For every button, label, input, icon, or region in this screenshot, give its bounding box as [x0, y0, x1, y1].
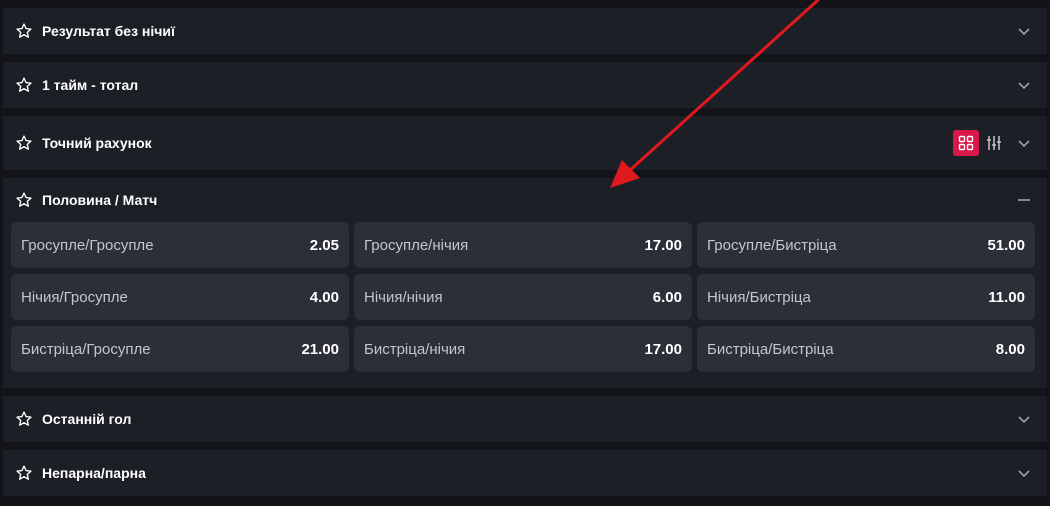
market-odd-even[interactable]: Непарна/парна: [3, 450, 1047, 496]
market-header[interactable]: Результат без нічиї: [3, 8, 1047, 54]
odd-label: Нічия/Гросупле: [21, 288, 128, 306]
odd-value: 21.00: [301, 340, 339, 358]
odd-button[interactable]: Гросупле/нічия 17.00: [354, 222, 692, 268]
market-title: Результат без нічиї: [42, 23, 175, 39]
odd-button[interactable]: Гросупле/Гросупле 2.05: [11, 222, 349, 268]
odd-button[interactable]: Нічия/Бистріца 11.00: [697, 274, 1035, 320]
market-first-half-total[interactable]: 1 тайм - тотал: [3, 62, 1047, 108]
market-header[interactable]: Точний рахунок: [3, 116, 1047, 170]
odd-value: 8.00: [995, 340, 1025, 358]
star-icon[interactable]: [15, 410, 33, 428]
odd-value: 2.05: [309, 236, 339, 254]
odd-button[interactable]: Бистріца/нічия 17.00: [354, 326, 692, 372]
odd-label: Нічия/Бистріца: [707, 288, 811, 306]
market-half-match: Половина / Матч Гросупле/Гросупле 2.05 Гр…: [3, 178, 1047, 388]
odd-value: 51.00: [987, 236, 1025, 254]
chevron-down-icon[interactable]: [1017, 136, 1031, 150]
market-header[interactable]: Непарна/парна: [3, 450, 1047, 496]
odd-label: Гросупле/Гросупле: [21, 236, 154, 254]
odd-button[interactable]: Нічия/нічия 6.00: [354, 274, 692, 320]
star-icon[interactable]: [15, 134, 33, 152]
odd-button[interactable]: Гросупле/Бистріца 51.00: [697, 222, 1035, 268]
minus-icon[interactable]: [1017, 193, 1031, 207]
sliders-icon: [987, 136, 1001, 150]
market-header[interactable]: 1 тайм - тотал: [3, 62, 1047, 108]
odd-button[interactable]: Бистріца/Бистріца 8.00: [697, 326, 1035, 372]
odds-grid: Гросупле/Гросупле 2.05 Гросупле/нічия 17.0…: [11, 222, 1035, 372]
odd-button[interactable]: Бистріца/Гросупле 21.00: [11, 326, 349, 372]
odd-value: 17.00: [644, 340, 682, 358]
market-header[interactable]: Половина / Матч: [3, 178, 1047, 222]
view-toggle: [953, 130, 1007, 156]
market-title: Половина / Матч: [42, 192, 158, 208]
market-title: Непарна/парна: [42, 465, 146, 481]
market-result-no-draw[interactable]: Результат без нічиї: [3, 8, 1047, 54]
star-icon[interactable]: [15, 191, 33, 209]
odd-label: Бистріца/Бистріца: [707, 340, 834, 358]
odd-value: 11.00: [988, 288, 1025, 306]
grid-view-button[interactable]: [953, 130, 979, 156]
odd-label: Гросупле/Бистріца: [707, 236, 837, 254]
chevron-down-icon[interactable]: [1017, 466, 1031, 480]
odd-label: Нічия/нічия: [364, 288, 443, 306]
star-icon[interactable]: [15, 464, 33, 482]
market-title: Точний рахунок: [42, 135, 152, 151]
chevron-down-icon[interactable]: [1017, 24, 1031, 38]
market-last-goal[interactable]: Останній гол: [3, 396, 1047, 442]
list-view-button[interactable]: [981, 130, 1007, 156]
star-icon[interactable]: [15, 22, 33, 40]
odd-label: Бистріца/нічия: [364, 340, 466, 358]
odd-value: 6.00: [652, 288, 682, 306]
market-header[interactable]: Останній гол: [3, 396, 1047, 442]
odd-value: 17.00: [644, 236, 682, 254]
odd-value: 4.00: [309, 288, 339, 306]
odd-label: Гросупле/нічия: [364, 236, 469, 254]
grid-view-icon: [958, 135, 974, 151]
star-icon[interactable]: [15, 76, 33, 94]
chevron-down-icon[interactable]: [1017, 412, 1031, 426]
chevron-down-icon[interactable]: [1017, 78, 1031, 92]
odd-label: Бистріца/Гросупле: [21, 340, 151, 358]
market-title: Останній гол: [42, 411, 132, 427]
odd-button[interactable]: Нічия/Гросупле 4.00: [11, 274, 349, 320]
market-title: 1 тайм - тотал: [42, 77, 139, 93]
market-exact-score[interactable]: Точний рахунок: [3, 116, 1047, 170]
